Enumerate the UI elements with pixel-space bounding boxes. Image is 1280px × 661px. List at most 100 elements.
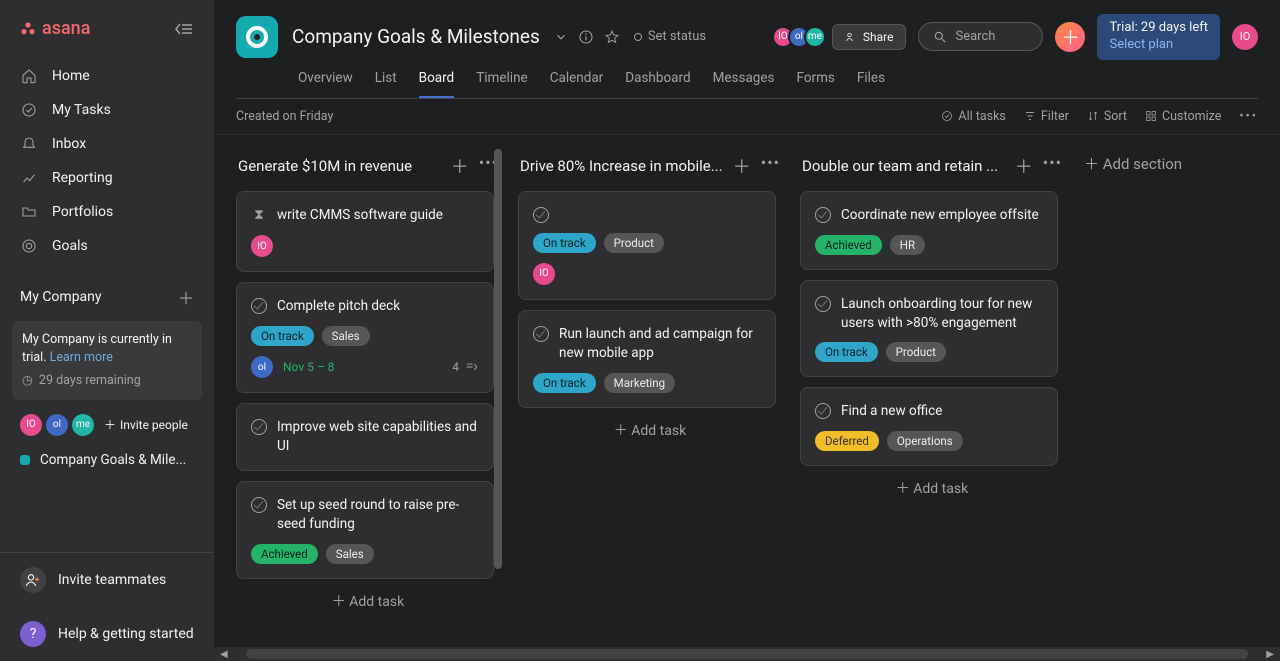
complete-task-icon[interactable] <box>815 403 831 419</box>
task-title: Run launch and ad campaign for new mobil… <box>559 325 761 363</box>
task-title: Coordinate new employee offsite <box>841 206 1039 225</box>
trial-banner[interactable]: Trial: 29 days left Select plan <box>1097 14 1220 60</box>
task-title: Launch onboarding tour for new users wit… <box>841 295 1043 333</box>
task-tag[interactable]: Marketing <box>604 373 675 393</box>
scroll-right-icon[interactable]: ▶ <box>1262 649 1278 660</box>
column-more-icon[interactable]: ••• <box>1043 153 1062 179</box>
vertical-scrollbar[interactable] <box>494 149 502 569</box>
set-status-button[interactable]: Set status <box>634 29 706 44</box>
collapse-sidebar-icon[interactable] <box>174 22 194 36</box>
horizontal-scrollbar[interactable]: ◀ ▶ <box>214 647 1280 661</box>
tab-overview[interactable]: Overview <box>298 70 353 98</box>
filter-button[interactable]: Filter <box>1024 109 1069 124</box>
nav-mytasks[interactable]: My Tasks <box>0 93 214 127</box>
nav-portfolios[interactable]: Portfolios <box>0 195 214 229</box>
nav-inbox[interactable]: Inbox <box>0 127 214 161</box>
task-tag[interactable]: Product <box>604 233 664 253</box>
task-tag[interactable]: Sales <box>322 326 370 346</box>
tab-dashboard[interactable]: Dashboard <box>625 70 690 98</box>
task-tag[interactable]: Achieved <box>815 235 882 255</box>
help-button[interactable]: ? Help & getting started <box>0 607 214 661</box>
task-tag[interactable]: Deferred <box>815 431 879 451</box>
learn-more-link[interactable]: Learn more <box>50 350 113 365</box>
task-card[interactable]: Launch onboarding tour for new users wit… <box>800 280 1058 378</box>
clock-icon: ◷ <box>22 372 33 390</box>
add-task-button[interactable]: ＋ Add task <box>800 466 1064 510</box>
complete-task-icon[interactable] <box>533 326 549 342</box>
task-card[interactable]: On track Product IO <box>518 191 776 300</box>
add-card-icon[interactable]: ＋ <box>733 153 751 179</box>
tab-board[interactable]: Board <box>419 70 455 98</box>
task-card[interactable]: Set up seed round to raise pre-seed fund… <box>236 481 494 579</box>
complete-task-icon[interactable] <box>251 419 267 435</box>
select-plan-link[interactable]: Select plan <box>1109 37 1208 54</box>
task-tag[interactable]: On track <box>815 342 878 362</box>
workspace-header[interactable]: My Company ＋ <box>0 271 214 315</box>
trial-notice: My Company is currently in trial. Learn … <box>12 321 202 400</box>
scroll-left-icon[interactable]: ◀ <box>216 649 232 660</box>
add-task-button[interactable]: ＋ Add task <box>518 408 782 452</box>
global-add-button[interactable]: ＋ <box>1055 22 1085 52</box>
task-card[interactable]: Improve web site capabilities and UI <box>236 403 494 471</box>
tab-calendar[interactable]: Calendar <box>550 70 604 98</box>
avatar[interactable]: ol <box>46 414 68 436</box>
task-tag[interactable]: On track <box>251 326 314 346</box>
project-tabs: Overview List Board Timeline Calendar Da… <box>236 56 1258 99</box>
avatar[interactable]: IO <box>20 414 42 436</box>
tab-list[interactable]: List <box>375 70 397 98</box>
task-tag[interactable]: Achieved <box>251 544 318 564</box>
complete-task-icon[interactable] <box>251 497 267 513</box>
complete-task-icon[interactable] <box>815 296 831 312</box>
tab-messages[interactable]: Messages <box>713 70 775 98</box>
app-logo[interactable]: asana <box>20 18 90 39</box>
task-title: Complete pitch deck <box>277 297 400 316</box>
customize-button[interactable]: Customize <box>1145 109 1221 124</box>
add-workspace-icon[interactable]: ＋ <box>178 285 194 309</box>
chevron-down-icon[interactable] <box>554 30 568 44</box>
task-card[interactable]: Coordinate new employee offsite Achieved H… <box>800 191 1058 270</box>
add-section-button[interactable]: ＋ Add section <box>1082 149 1184 633</box>
scrollbar-track[interactable] <box>246 649 1249 659</box>
info-icon[interactable] <box>578 29 594 45</box>
avatar[interactable]: me <box>804 26 826 48</box>
task-tag[interactable]: On track <box>533 233 596 253</box>
task-tag[interactable]: Sales <box>326 544 374 564</box>
column-more-icon[interactable]: ••• <box>761 153 780 179</box>
task-tag[interactable]: HR <box>890 235 925 255</box>
star-icon[interactable] <box>604 29 620 45</box>
add-card-icon[interactable]: ＋ <box>1015 153 1033 179</box>
project-avatar[interactable] <box>236 16 278 58</box>
invite-people-link[interactable]: ＋ Invite people <box>104 416 188 433</box>
tab-timeline[interactable]: Timeline <box>476 70 528 98</box>
add-card-icon[interactable]: ＋ <box>451 153 469 179</box>
task-tag[interactable]: Product <box>886 342 946 362</box>
task-card[interactable]: ⧗write CMMS software guideIO <box>236 191 494 273</box>
task-tag[interactable]: On track <box>533 373 596 393</box>
complete-task-icon[interactable] <box>251 298 267 314</box>
assignee-avatar[interactable]: IO <box>251 235 273 257</box>
task-card[interactable]: Find a new officeDeferredOperations <box>800 387 1058 466</box>
project-link[interactable]: Company Goals & Mile... <box>0 444 214 476</box>
all-tasks-filter[interactable]: All tasks <box>941 109 1005 124</box>
nav-reporting[interactable]: Reporting <box>0 161 214 195</box>
tab-forms[interactable]: Forms <box>797 70 835 98</box>
complete-task-icon[interactable] <box>815 207 831 223</box>
task-card[interactable]: Run launch and ad campaign for new mobil… <box>518 310 776 408</box>
more-icon[interactable]: ••• <box>1239 109 1258 124</box>
current-user-avatar[interactable]: IO <box>1232 24 1258 50</box>
sort-button[interactable]: Sort <box>1087 109 1127 124</box>
invite-teammates-button[interactable]: Invite teammates <box>0 553 214 607</box>
assignee-avatar[interactable]: IO <box>533 263 555 285</box>
assignee-avatar[interactable]: ol <box>251 356 273 378</box>
avatar[interactable]: me <box>72 414 94 436</box>
search-input[interactable]: Search <box>918 22 1043 51</box>
add-task-button[interactable]: ＋ Add task <box>236 579 500 623</box>
nav-goals[interactable]: Goals <box>0 229 214 263</box>
tab-files[interactable]: Files <box>857 70 885 98</box>
task-tag[interactable]: Operations <box>887 431 963 451</box>
task-card[interactable]: Complete pitch deckOn trackSalesolNov 5 … <box>236 282 494 393</box>
nav-home[interactable]: Home <box>0 59 214 93</box>
chart-icon <box>20 169 38 187</box>
share-button[interactable]: Share <box>832 24 907 50</box>
complete-task-icon[interactable] <box>533 207 549 223</box>
